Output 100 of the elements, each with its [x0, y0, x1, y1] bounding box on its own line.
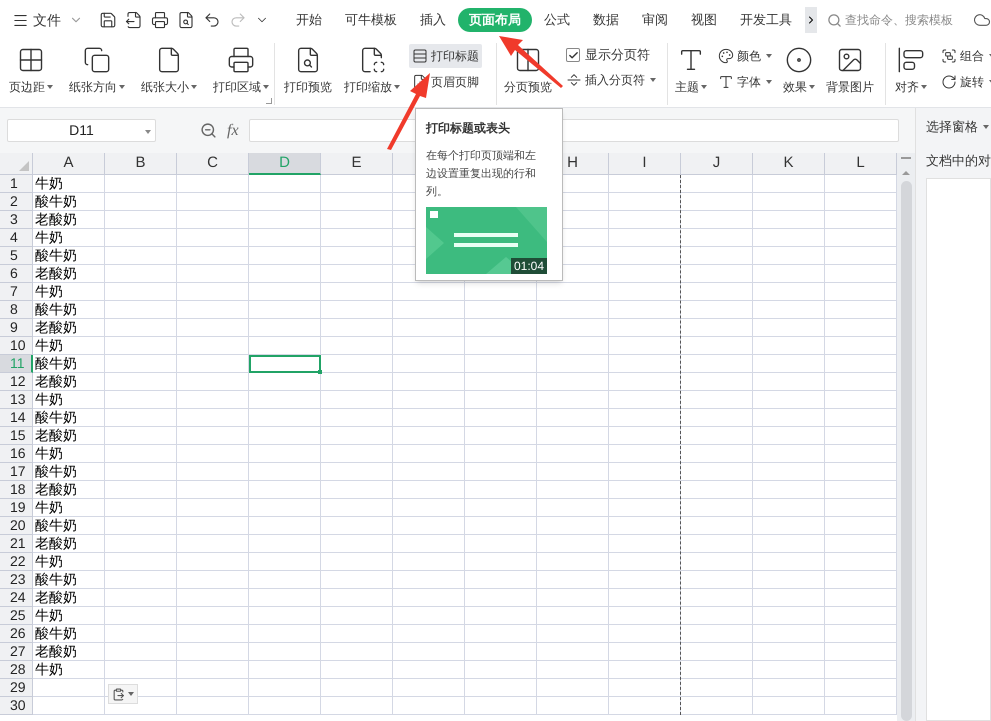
table-cell: 老酸奶 — [35, 427, 77, 443]
table-cell: 酸牛奶 — [35, 409, 77, 425]
table-cell: 牛奶 — [35, 553, 63, 569]
ribbon-tab[interactable]: 开始 — [285, 8, 333, 32]
row-header[interactable]: 5 — [0, 247, 33, 265]
row-header[interactable]: 15 — [0, 427, 33, 445]
row-header[interactable]: 1 — [0, 175, 33, 193]
ribbon-tab[interactable]: 插入 — [409, 8, 457, 32]
row-header[interactable]: 18 — [0, 481, 33, 499]
ribbon-button[interactable]: 字体 — [715, 70, 775, 94]
ribbon-tab[interactable]: 视图 — [680, 8, 728, 32]
ribbon-tab[interactable]: 审阅 — [631, 8, 679, 32]
table-cell: 老酸奶 — [35, 481, 77, 497]
ribbon-button[interactable]: 打印标题 — [409, 44, 482, 68]
row-header[interactable]: 17 — [0, 463, 33, 481]
ribbon-tab[interactable]: 开发工具 — [729, 8, 803, 32]
row-header[interactable]: 14 — [0, 409, 33, 427]
column-header[interactable]: B — [105, 153, 177, 175]
ribbon-button[interactable]: 打印预览 — [281, 43, 335, 103]
row-header[interactable]: 6 — [0, 265, 33, 283]
pane-title[interactable]: 选择窗格 — [926, 117, 991, 136]
ribbon-button[interactable]: 对齐 — [892, 43, 930, 103]
ribbon-button[interactable]: 背景图片 — [823, 43, 877, 103]
table-cell: 牛奶 — [35, 229, 63, 245]
row-header[interactable]: 23 — [0, 571, 33, 589]
column-header[interactable]: L — [825, 153, 897, 175]
row-header[interactable]: 13 — [0, 391, 33, 409]
search-field[interactable]: 查找命令、搜索模板 — [827, 11, 969, 29]
function-button[interactable]: fx — [227, 118, 239, 142]
ribbon-button[interactable]: 主题 — [672, 43, 710, 103]
ribbon-button[interactable]: 打印区域 — [210, 43, 272, 103]
table-cell: 酸牛奶 — [35, 517, 77, 533]
ribbon-button[interactable]: 旋转 — [938, 70, 991, 94]
column-header[interactable]: A — [33, 153, 105, 175]
tooltip-text: 在每个打印页顶端和左边设置重复出现的行和列。 — [426, 149, 537, 200]
row-header[interactable]: 8 — [0, 301, 33, 319]
pane-heading: 文档中的对 — [926, 152, 991, 170]
show-page-breaks-checkbox[interactable]: 显示分页符 — [563, 44, 659, 66]
table-cell: 老酸奶 — [35, 319, 77, 335]
ribbon-button[interactable]: 插入分页符 — [563, 68, 659, 92]
table-cell: 老酸奶 — [35, 535, 77, 551]
table-cell: 老酸奶 — [35, 373, 77, 389]
file-menu[interactable]: 文件 — [12, 10, 83, 30]
row-header[interactable]: 26 — [0, 625, 33, 643]
row-header[interactable]: 27 — [0, 643, 33, 661]
row-header[interactable]: 29 — [0, 679, 33, 697]
ribbon-button[interactable]: 打印缩放 — [341, 43, 403, 103]
ribbon-tab[interactable]: 数据 — [582, 8, 630, 32]
table-cell: 牛奶 — [35, 499, 63, 515]
table-cell: 酸牛奶 — [35, 301, 77, 317]
ribbon-tab[interactable]: 公式 — [533, 8, 581, 32]
ribbon-button[interactable]: 纸张大小 — [138, 43, 200, 103]
ribbon-tab[interactable]: 可牛模板 — [334, 8, 408, 32]
row-header[interactable]: 30 — [0, 697, 33, 715]
table-cell: 牛奶 — [35, 661, 63, 677]
column-header[interactable]: K — [753, 153, 825, 175]
ribbon-button[interactable]: 组合 — [938, 44, 991, 68]
ribbon-button[interactable]: 效果 — [780, 43, 818, 103]
row-header[interactable]: 9 — [0, 319, 33, 337]
table-cell: 酸牛奶 — [35, 571, 77, 587]
row-header[interactable]: 24 — [0, 589, 33, 607]
table-cell: 牛奶 — [35, 175, 63, 191]
ribbon-button[interactable]: 页边距 — [6, 43, 56, 103]
row-header[interactable]: 10 — [0, 337, 33, 355]
column-header[interactable]: I — [609, 153, 681, 175]
row-header[interactable]: 28 — [0, 661, 33, 679]
table-cell: 牛奶 — [35, 283, 63, 299]
table-cell: 牛奶 — [35, 607, 63, 623]
checkbox-label: 显示分页符 — [585, 46, 650, 64]
column-header[interactable]: C — [177, 153, 249, 175]
table-cell: 酸牛奶 — [35, 625, 77, 641]
row-header[interactable]: 16 — [0, 445, 33, 463]
row-header[interactable]: 4 — [0, 229, 33, 247]
table-cell: 老酸奶 — [35, 265, 77, 281]
ribbon-button[interactable]: 分页预览 — [501, 43, 555, 103]
table-cell: 老酸奶 — [35, 589, 77, 605]
table-cell: 酸牛奶 — [35, 355, 77, 371]
row-header[interactable]: 21 — [0, 535, 33, 553]
name-box[interactable]: D11 — [7, 119, 156, 142]
column-header[interactable]: J — [681, 153, 753, 175]
table-cell: 老酸奶 — [35, 643, 77, 659]
row-header[interactable]: 12 — [0, 373, 33, 391]
table-cell: 酸牛奶 — [35, 247, 77, 263]
row-header[interactable]: 7 — [0, 283, 33, 301]
row-header[interactable]: 25 — [0, 607, 33, 625]
row-header[interactable]: 19 — [0, 499, 33, 517]
ribbon-button[interactable]: 纸张方向 — [66, 43, 128, 103]
table-cell: 老酸奶 — [35, 211, 77, 227]
row-header[interactable]: 3 — [0, 211, 33, 229]
table-cell: 牛奶 — [35, 445, 63, 461]
table-cell: 牛奶 — [35, 391, 63, 407]
row-header[interactable]: 20 — [0, 517, 33, 535]
table-cell: 酸牛奶 — [35, 463, 77, 479]
table-cell: 牛奶 — [35, 337, 63, 353]
column-header[interactable]: E — [321, 153, 393, 175]
table-cell: 酸牛奶 — [35, 193, 77, 209]
ribbon-button[interactable]: 颜色 — [715, 44, 775, 68]
row-header[interactable]: 2 — [0, 193, 33, 211]
row-header[interactable]: 22 — [0, 553, 33, 571]
video-duration: 01:04 — [510, 258, 547, 274]
